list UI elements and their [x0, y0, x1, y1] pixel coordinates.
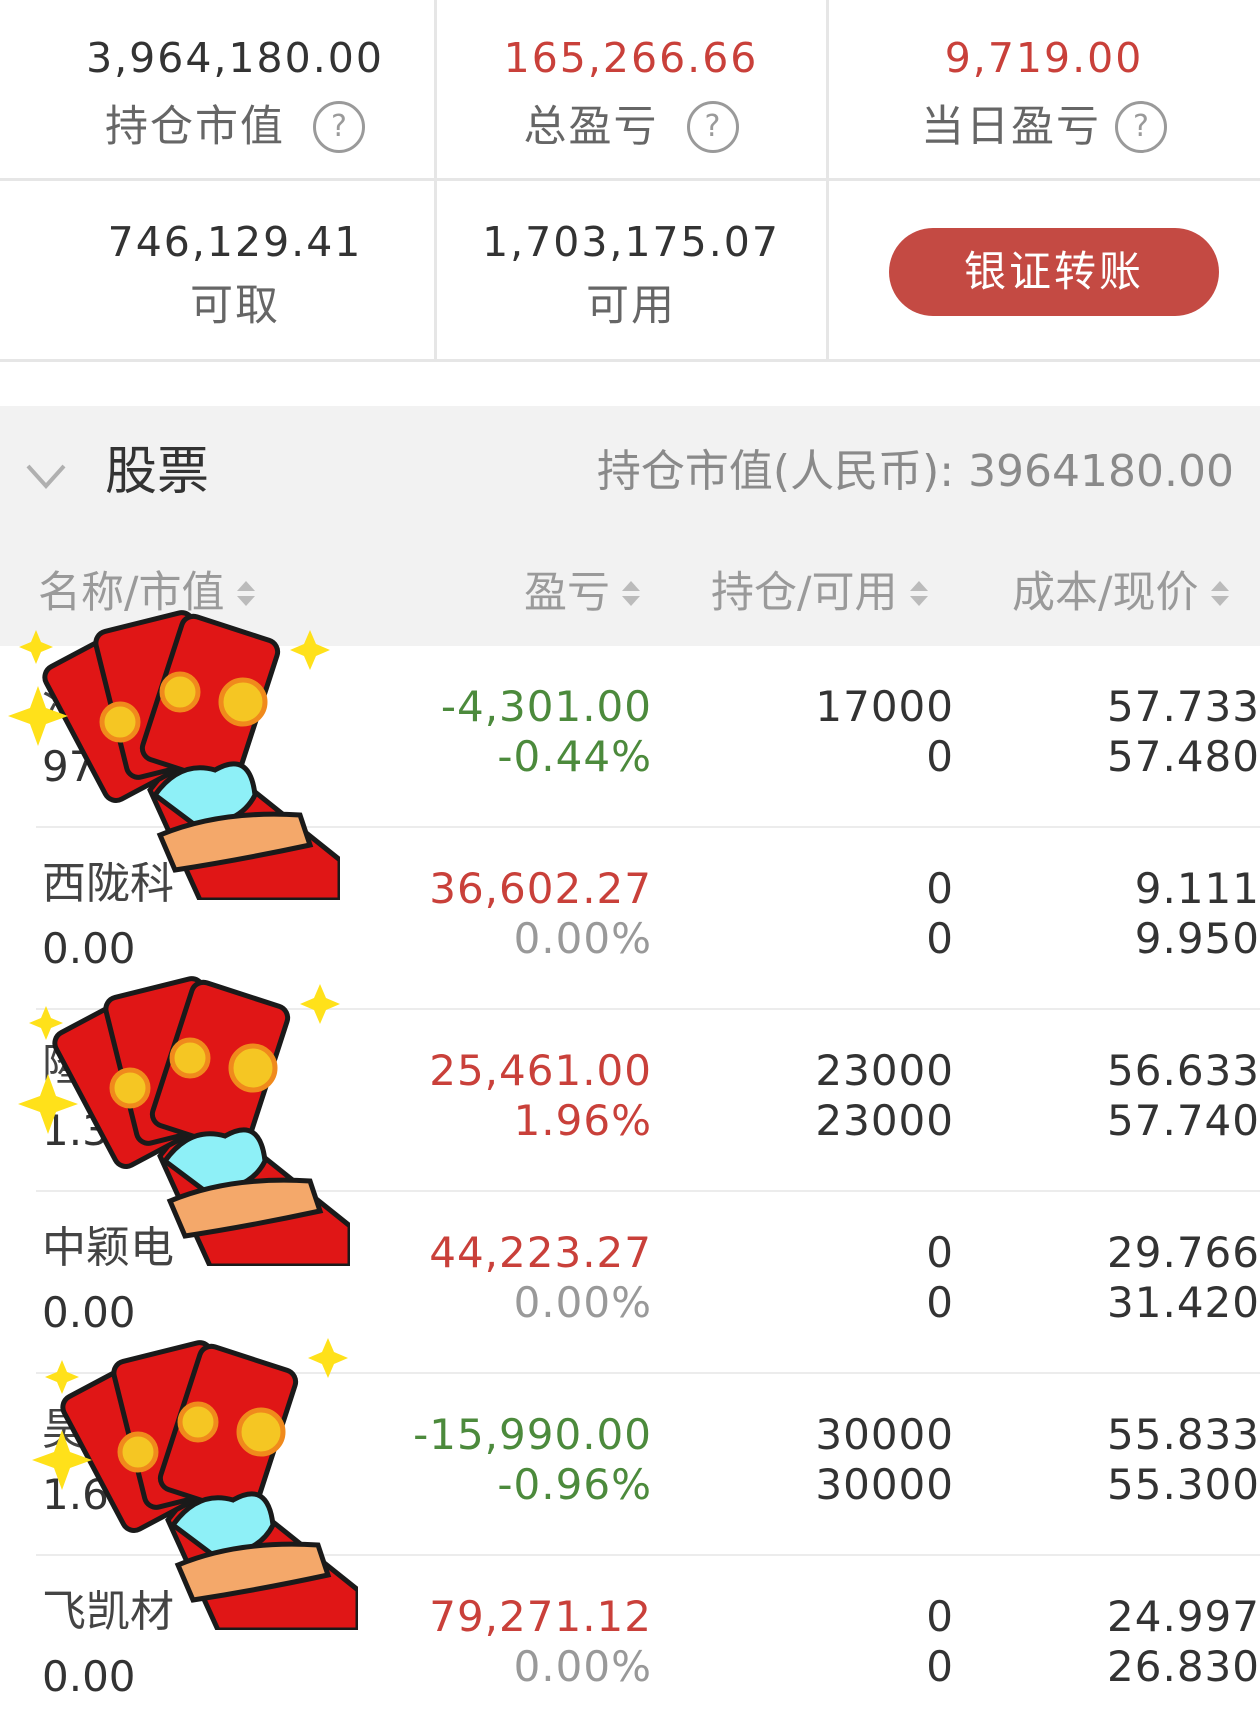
stock-position: 23000	[815, 1046, 954, 1095]
stock-position: 0	[926, 1592, 954, 1641]
stock-pl-pct: 1.96%	[513, 1096, 652, 1145]
stock-market-value: 97	[42, 742, 96, 791]
stock-available: 0	[926, 914, 954, 963]
stock-price: 57.740	[1107, 1096, 1260, 1145]
stock-pl: -4,301.00	[440, 682, 652, 731]
stock-market-value: 0.00	[42, 1652, 136, 1701]
stock-price: 9.950	[1134, 914, 1260, 963]
stock-pl-pct: 0.00%	[513, 1642, 652, 1691]
column-header-name[interactable]: 名称/市值	[38, 572, 255, 615]
market-value-label: 持仓市值	[105, 101, 285, 152]
divider	[0, 359, 1260, 362]
stock-cost: 55.833	[1107, 1410, 1260, 1459]
sort-icon	[909, 581, 928, 606]
divider	[0, 178, 1260, 181]
stock-position: 0	[926, 1228, 954, 1277]
stock-pl-pct: 0.00%	[513, 914, 652, 963]
stock-name: 昊	[42, 1408, 86, 1452]
stock-pl: 44,223.27	[429, 1228, 652, 1277]
stock-position: 30000	[815, 1410, 954, 1459]
stock-available: 0	[926, 1642, 954, 1691]
total-pl: 165,266.66	[503, 34, 759, 82]
withdrawable-label: 可取	[190, 281, 280, 331]
daily-pl-label: 当日盈亏	[921, 101, 1101, 152]
divider	[434, 0, 437, 362]
section-total: 持仓市值(人民币): 3964180.00	[597, 450, 1234, 494]
help-icon[interactable]: ?	[686, 101, 739, 153]
table-row[interactable]: 中颖电 0.00 44,223.27 0.00% 0 0 29.766 31.4…	[0, 1192, 1260, 1374]
daily-pl: 9,719.00	[944, 34, 1144, 82]
total-pl-cell: 165,266.66 总盈亏 ?	[436, 38, 826, 153]
table-row[interactable]: 沃 97 -4,301.00 -0.44% 17000 0 57.733 57.…	[0, 646, 1260, 828]
section-total-label: 持仓市值(人民币):	[596, 446, 955, 497]
withdrawable-cell: 746,129.41 可取	[0, 222, 470, 328]
table-row[interactable]: 飞凯材 0.00 79,271.12 0.00% 0 0 24.997 26.8…	[0, 1556, 1260, 1724]
stock-pl: 25,461.00	[429, 1046, 652, 1095]
stock-market-value: 1.3	[42, 1106, 109, 1155]
daily-pl-cell: 9,719.00 当日盈亏 ?	[828, 38, 1260, 153]
stock-cost: 29.766	[1107, 1228, 1260, 1277]
stock-cost: 56.633	[1107, 1046, 1260, 1095]
stock-pl: 79,271.12	[429, 1592, 652, 1641]
column-header-cost[interactable]: 成本/现价	[1012, 572, 1229, 615]
stock-position: 17000	[815, 682, 954, 731]
stock-market-value: 0.00	[42, 924, 136, 973]
section-title: 股票	[105, 442, 210, 502]
table-row[interactable]: 昊 1.65 -15,990.00 -0.96% 30000 30000 55.…	[0, 1374, 1260, 1556]
available-label: 可用	[586, 281, 676, 331]
stock-name: 沃	[42, 680, 86, 724]
total-pl-label: 总盈亏	[523, 101, 659, 152]
stock-available: 0	[926, 732, 954, 781]
market-value: 3,964,180.00	[86, 34, 384, 82]
stock-name: 飞凯材	[42, 1590, 174, 1634]
divider	[826, 0, 829, 362]
available-cell: 1,703,175.07 可用	[436, 222, 826, 328]
table-row[interactable]: 隆 1.3 25,461.00 1.96% 23000 23000 56.633…	[0, 1010, 1260, 1192]
column-header-pl[interactable]: 盈亏	[524, 572, 640, 615]
bank-transfer-button[interactable]: 银证转账	[889, 228, 1219, 316]
withdrawable-value: 746,129.41	[107, 218, 363, 266]
available-value: 1,703,175.07	[482, 218, 780, 266]
stock-market-value: 0.00	[42, 1288, 136, 1337]
stock-name: 隆	[42, 1044, 86, 1088]
stock-price: 55.300	[1107, 1460, 1260, 1509]
chevron-down-icon[interactable]	[24, 458, 68, 494]
help-icon[interactable]: ?	[1115, 101, 1167, 153]
section-total-value: 3964180.00	[968, 446, 1234, 497]
column-header-label: 名称/市值	[38, 568, 225, 618]
sort-icon	[236, 581, 255, 606]
sort-icon	[622, 581, 640, 606]
account-summary: 3,964,180.00 持仓市值 ? 165,266.66 总盈亏 ? 9,7…	[0, 0, 1260, 362]
stock-name: 中颖电	[42, 1226, 174, 1270]
stock-price: 26.830	[1107, 1642, 1260, 1691]
market-value-cell: 3,964,180.00 持仓市值 ?	[0, 38, 470, 153]
stock-price: 31.420	[1107, 1278, 1260, 1327]
column-header-position[interactable]: 持仓/可用	[711, 572, 928, 615]
table-row[interactable]: 西陇科 0.00 36,602.27 0.00% 0 0 9.111 9.950	[0, 828, 1260, 1010]
stock-available: 30000	[815, 1460, 954, 1509]
stock-name: 西陇科	[42, 862, 174, 906]
stock-cost: 9.111	[1134, 864, 1260, 913]
stock-pl-pct: -0.44%	[497, 732, 652, 781]
stock-pl: 36,602.27	[429, 864, 652, 913]
stock-available: 0	[926, 1278, 954, 1327]
stock-cost: 24.997	[1107, 1592, 1260, 1641]
stock-pl-pct: -0.96%	[497, 1460, 652, 1509]
column-header-label: 成本/现价	[1012, 568, 1199, 618]
stock-cost: 57.733	[1107, 682, 1260, 731]
stock-available: 23000	[815, 1096, 954, 1145]
help-icon[interactable]: ?	[313, 101, 365, 153]
sort-icon	[1210, 581, 1229, 606]
stock-market-value: 1.65	[42, 1470, 136, 1519]
stock-pl: -15,990.00	[413, 1410, 652, 1459]
stock-price: 57.480	[1107, 732, 1260, 781]
stock-pl-pct: 0.00%	[513, 1278, 652, 1327]
column-header-label: 盈亏	[524, 568, 610, 618]
stock-position: 0	[926, 864, 954, 913]
column-header-label: 持仓/可用	[711, 568, 898, 618]
